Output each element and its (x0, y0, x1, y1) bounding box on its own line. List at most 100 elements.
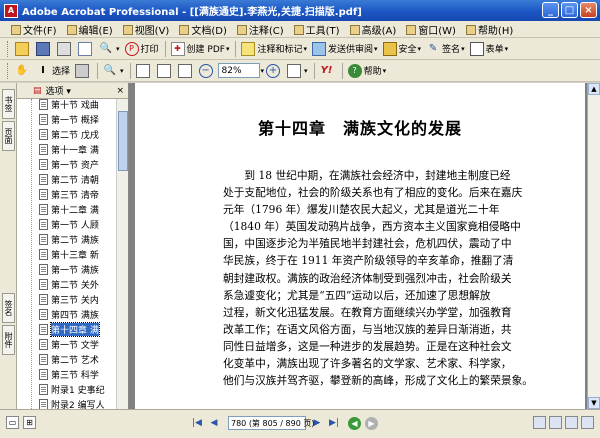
bookmark-item[interactable]: 第三节 关内 (39, 292, 117, 307)
bookmark-item[interactable]: 第三节 清帝 (39, 187, 117, 202)
last-page-button[interactable]: ▶| (327, 416, 341, 430)
comments-icon (236, 24, 247, 35)
actual-size-button[interactable] (134, 62, 154, 80)
yahoo-button[interactable]: Y! (318, 62, 338, 80)
bookmarks-options-button[interactable]: 选项 ▾ (46, 84, 71, 97)
page-navigation: |◀ ◀ 780 (第 805 / 890 页) ▶ ▶| ◀ ▶ (190, 416, 378, 430)
next-page-button[interactable]: ▶ (310, 416, 324, 430)
toolbar-grip[interactable] (7, 40, 10, 57)
bookmark-page-icon (39, 249, 48, 260)
print-button[interactable] (55, 40, 75, 58)
zoom-tool-button[interactable]: 🔍 ▾ (101, 62, 126, 80)
menu-view[interactable]: 视图(V) (118, 22, 175, 37)
page-size-icon[interactable]: ⊞ (23, 416, 36, 429)
bookmark-item[interactable]: 第一节 人顾 (39, 217, 117, 232)
scroll-up-arrow[interactable]: ▲ (588, 83, 600, 95)
acrobat-icon: A (4, 3, 18, 18)
bookmarks-scrollbar[interactable] (116, 99, 128, 409)
tab-signatures[interactable]: 签名 (2, 293, 15, 323)
bookmark-item[interactable]: 第十三章 新 (39, 247, 117, 262)
menu-tools[interactable]: 工具(T) (289, 22, 345, 37)
bookmarks-close-button[interactable]: × (116, 86, 124, 96)
snapshot-button[interactable] (73, 62, 93, 80)
page-number-field[interactable]: 780 (第 805 / 890 页) (228, 416, 314, 430)
document-scrollbar[interactable]: ▲ ▼ (587, 83, 600, 409)
bookmarks-scroll-thumb[interactable] (118, 111, 128, 171)
print-doc-button[interactable]: P 打印 (123, 40, 161, 58)
menu-comments[interactable]: 注释(C) (232, 22, 289, 37)
bookmark-item[interactable]: 第二节 关外 (39, 277, 117, 292)
bookmark-item[interactable]: 第二节 满族 (39, 232, 117, 247)
email-button[interactable] (76, 40, 96, 58)
menu-help[interactable]: 帮助(H) (461, 22, 518, 37)
bookmark-item[interactable]: 第一节 资产 (39, 157, 117, 172)
tab-pages[interactable]: 页面 (2, 121, 15, 151)
bookmark-item[interactable]: 第十节 戏曲 (39, 99, 117, 112)
bookmark-item[interactable]: 附录2 编写人 (39, 397, 117, 409)
toolbar-grip-2[interactable] (7, 62, 10, 79)
zoom-icon: 🔍 (103, 65, 117, 76)
tab-attachments[interactable]: 附件 (2, 325, 15, 355)
bookmark-item[interactable]: 第一节 满族 (39, 262, 117, 277)
menu-document[interactable]: 文档(D) (174, 22, 232, 37)
bookmark-item[interactable]: 第十一章 满 (39, 142, 117, 157)
bookmark-new-icon[interactable]: ▤ (33, 86, 42, 96)
search-button[interactable]: 🔍 ▾ (97, 40, 122, 58)
bookmark-item[interactable]: 第一节 文学 (39, 337, 117, 352)
save-button[interactable] (34, 40, 54, 58)
open-button[interactable] (13, 40, 33, 58)
fit-page-icon (156, 63, 171, 78)
comment-markup-button[interactable]: 注释和标记 ▾ (239, 40, 309, 58)
bookmark-item[interactable]: 第十二章 满 (39, 202, 117, 217)
zoom-level-field[interactable]: 82% (217, 63, 260, 78)
zoom-out-button[interactable]: − (197, 62, 217, 80)
facing-icon[interactable] (565, 416, 578, 429)
menu-advanced[interactable]: 高级(A) (345, 22, 402, 37)
next-view-button[interactable]: ▶ (365, 416, 378, 430)
bookmark-item[interactable]: 第四节 满族 (39, 307, 117, 322)
sign-button[interactable]: ✎ 签名 ▾ (424, 40, 467, 58)
maximize-button[interactable]: □ (561, 2, 578, 18)
bookmarks-header: ▤ 选项 ▾ × (17, 83, 128, 99)
single-page-icon[interactable] (533, 416, 546, 429)
continuous-icon[interactable] (549, 416, 562, 429)
forms-button[interactable]: 表单 ▾ (468, 40, 511, 58)
menu-window[interactable]: 窗口(W) (401, 22, 461, 37)
menu-file[interactable]: 文件(F) (6, 22, 62, 37)
page-thumbnail-icon[interactable]: ▭ (6, 416, 19, 429)
bookmark-item[interactable]: 第二节 艺术 (39, 352, 117, 367)
text-line: 华民族，终于在 1911 年资产阶级领导的辛亥革命，推翻了清 (223, 254, 514, 268)
menu-edit[interactable]: 编辑(E) (62, 22, 118, 37)
tab-bookmarks[interactable]: 书签 (2, 89, 15, 119)
bookmark-item[interactable]: 第十四章 满 (39, 322, 117, 337)
bookmark-label: 第十二章 满 (51, 206, 99, 216)
rotate-button[interactable]: ▾ (285, 62, 310, 80)
bookmark-item[interactable]: 第一节 概择 (39, 112, 117, 127)
bookmark-item[interactable]: 第二节 清朝 (39, 172, 117, 187)
create-pdf-button[interactable]: ✚ 创建 PDF ▾ (169, 40, 232, 58)
first-page-button[interactable]: |◀ (190, 416, 204, 430)
bookmark-label: 第二节 艺术 (51, 356, 99, 366)
close-button[interactable]: × (580, 2, 597, 18)
select-tool-button[interactable]: I 选择 (34, 62, 72, 80)
bookmark-item[interactable]: 附录1 史事纪 (39, 382, 117, 397)
zoom-in-button[interactable]: + (264, 62, 284, 80)
scroll-down-arrow[interactable]: ▼ (588, 397, 600, 409)
lock-icon (382, 41, 397, 56)
previous-view-button[interactable]: ◀ (348, 416, 361, 430)
continuous-facing-icon[interactable] (581, 416, 594, 429)
bookmark-item[interactable]: 第三节 科学 (39, 367, 117, 382)
forms-icon (469, 41, 484, 56)
fit-page-button[interactable] (155, 62, 175, 80)
previous-page-button[interactable]: ◀ (207, 416, 221, 430)
send-review-button[interactable]: 发送供审阅 ▾ (310, 40, 380, 58)
bookmark-item[interactable]: 第二节 戊戌 (39, 127, 117, 142)
bookmark-page-icon (39, 294, 48, 305)
bookmark-page-icon (39, 174, 48, 185)
fit-width-button[interactable] (176, 62, 196, 80)
document-viewer[interactable]: 第十四章 满族文化的发展 到 18 世纪中期，在满族社会经济中，封建地主制度已经… (129, 83, 587, 409)
hand-tool-button[interactable]: ✋ (13, 62, 33, 80)
help-button[interactable]: ? 帮助 ▾ (346, 62, 389, 80)
security-button[interactable]: 安全 ▾ (381, 40, 424, 58)
minimize-button[interactable]: _ (542, 2, 559, 18)
